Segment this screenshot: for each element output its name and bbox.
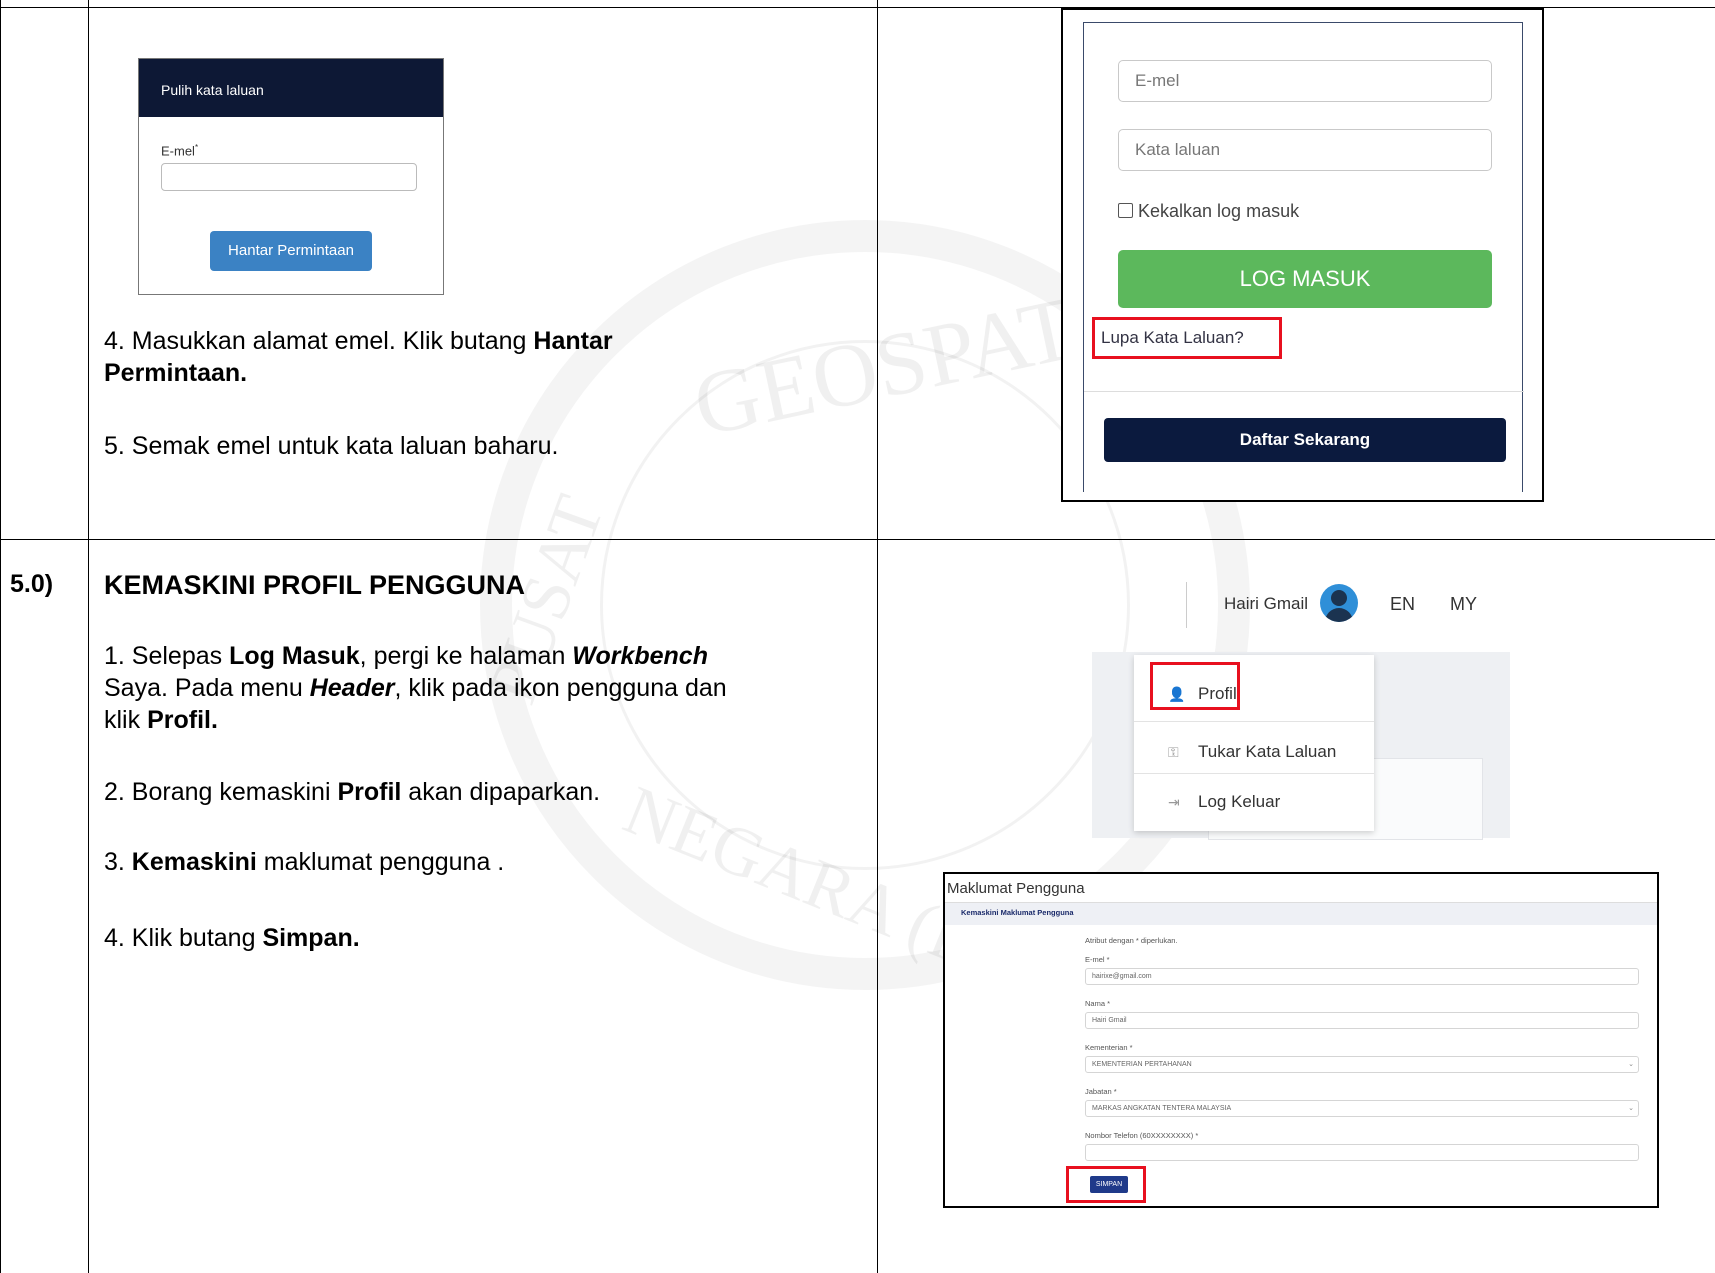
step-1-instruction: 1. Selepas Log Masuk, pergi ke halaman W… — [104, 642, 727, 734]
email-label: E-mel* — [161, 143, 199, 159]
recover-card-title: Pulih kata laluan — [139, 59, 443, 117]
table-col-divider-2 — [877, 0, 878, 1273]
login-screenshot: E-mel Kata laluan Kekalkan log masuk LOG… — [1061, 8, 1544, 502]
name-field[interactable]: Hairi Gmail — [1085, 1012, 1639, 1029]
ministry-select[interactable]: KEMENTERIAN PERTAHANAN ⌄ — [1085, 1056, 1639, 1073]
email-field[interactable] — [161, 163, 417, 191]
phone-field[interactable] — [1085, 1144, 1639, 1161]
remember-me-label: Kekalkan log masuk — [1138, 201, 1300, 221]
step-4-instruction: 4. Masukkan alamat emel. Klik butang Han… — [104, 327, 613, 387]
user-name[interactable]: Hairi Gmail — [1224, 594, 1308, 614]
sign-out-icon: ⇥ — [1168, 794, 1180, 810]
email-input[interactable]: E-mel — [1118, 60, 1492, 102]
step-4b-instruction: 4. Klik butang Simpan. — [104, 924, 360, 952]
user-avatar-icon[interactable] — [1320, 584, 1358, 622]
remember-me-checkbox[interactable]: Kekalkan log masuk — [1118, 201, 1299, 222]
chevron-down-icon: ⌄ — [1628, 1105, 1634, 1112]
email-label: E-mel * — [1085, 955, 1110, 964]
profil-highlight-box — [1150, 662, 1240, 710]
step-3-instruction: 3. Kemaskini maklumat pengguna . — [104, 848, 505, 876]
lang-en-link[interactable]: EN — [1390, 594, 1415, 615]
table-row-divider — [0, 539, 1715, 540]
form-title: Maklumat Pengguna — [947, 880, 1085, 897]
tab-update-profile[interactable]: Kemaskini Maklumat Pengguna — [961, 908, 1074, 917]
table-border-left — [0, 0, 1, 1273]
step-2-instruction: 2. Borang kemaskini Profil akan dipapark… — [104, 778, 601, 806]
step-5-instruction: 5. Semak emel untuk kata laluan baharu. — [104, 432, 559, 460]
lang-my-link[interactable]: MY — [1450, 594, 1477, 615]
phone-label: Nombor Telefon (60XXXXXXXX) * — [1085, 1131, 1199, 1140]
required-note: Atribut dengan * diperlukan. — [1085, 936, 1178, 945]
checkbox-box[interactable] — [1118, 202, 1133, 218]
menu-item-logout[interactable]: ⇥ Log Keluar — [1134, 773, 1374, 831]
login-button[interactable]: LOG MASUK — [1118, 250, 1492, 308]
department-label: Jabatan * — [1085, 1087, 1117, 1096]
header-user-area: Hairi Gmail EN MY — [1186, 574, 1486, 634]
chevron-down-icon: ⌄ — [1628, 1061, 1634, 1068]
ministry-label: Kementerian * — [1085, 1043, 1133, 1052]
form-tab-bar: Kemaskini Maklumat Pengguna — [945, 902, 1657, 925]
department-select[interactable]: MARKAS ANGKATAN TENTERA MALAYSIA ⌄ — [1085, 1100, 1639, 1117]
login-form: E-mel Kata laluan Kekalkan log masuk LOG… — [1083, 22, 1524, 492]
name-label: Nama * — [1085, 999, 1111, 1008]
section-number: 5.0) — [10, 570, 54, 598]
password-input[interactable]: Kata laluan — [1118, 129, 1492, 171]
profile-form-screenshot: Maklumat Pengguna Kemaskini Maklumat Pen… — [943, 872, 1659, 1208]
send-request-button[interactable]: Hantar Permintaan — [210, 231, 372, 271]
forgot-password-link[interactable]: Lupa Kata Laluan? — [1092, 317, 1282, 359]
header-divider — [1186, 582, 1187, 628]
section-heading: KEMASKINI PROFIL PENGGUNA — [104, 570, 526, 600]
divider — [1084, 391, 1524, 392]
recover-password-card: Pulih kata laluan E-mel* Hantar Perminta… — [138, 58, 444, 295]
required-mark: * — [194, 143, 199, 152]
save-highlight-box — [1066, 1166, 1146, 1203]
table-col-divider-1 — [88, 0, 89, 1273]
email-field[interactable]: hairixe@gmail.com — [1085, 968, 1639, 985]
register-button[interactable]: Daftar Sekarang — [1104, 418, 1506, 462]
